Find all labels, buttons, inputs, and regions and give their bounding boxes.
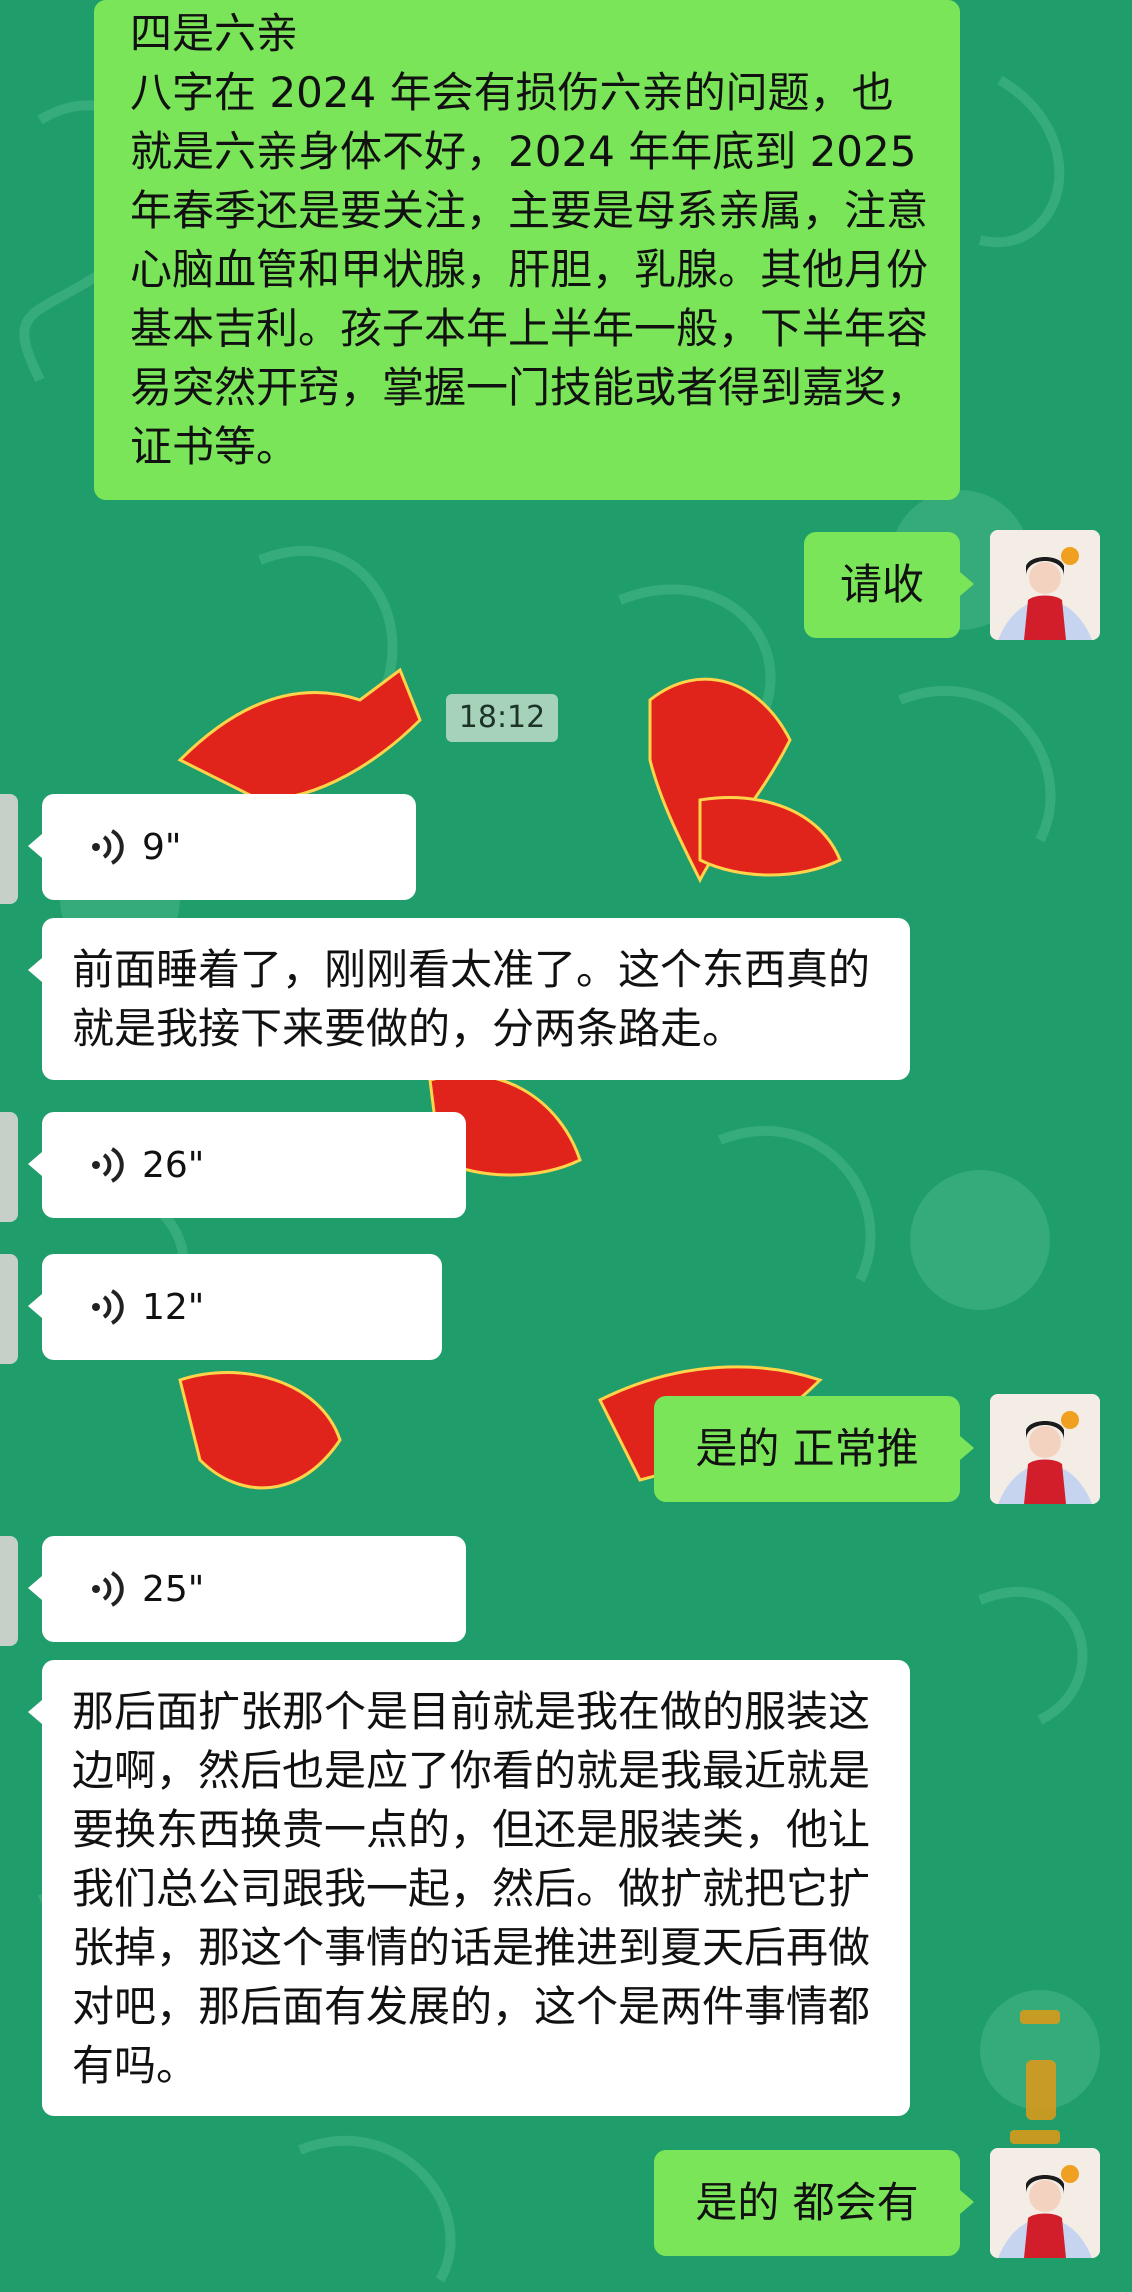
avatar-icon	[990, 1394, 1100, 1504]
message-bubble-3[interactable]: 前面睡着了，刚刚看太准了。这个东西真的就是我接下来要做的，分两条路走。	[28, 918, 910, 1080]
message-bubble-2[interactable]: 请收	[804, 532, 974, 638]
avatar-icon	[990, 2148, 1100, 2258]
voice-message-2-duration: 26"	[142, 1144, 205, 1186]
contact-avatar-4[interactable]	[0, 1536, 18, 1646]
voice-message-4[interactable]: 25"	[28, 1536, 466, 1642]
message-6-text: 是的 都会有	[695, 2178, 919, 2227]
my-avatar-2[interactable]	[990, 1394, 1100, 1504]
voice-message-1-duration: 9"	[142, 826, 182, 868]
voice-message-2[interactable]: 26"	[28, 1112, 466, 1218]
avatar-icon	[990, 530, 1100, 640]
message-3-text: 前面睡着了，刚刚看太准了。这个东西真的就是我接下来要做的，分两条路走。	[72, 945, 871, 1053]
message-bubble-4[interactable]: 是的 正常推	[654, 1396, 974, 1502]
voice-wave-icon	[92, 1571, 124, 1607]
message-1-body: 八字在 2024 年会有损伤六亲的问题，也就是六亲身体不好，2024 年年底到 …	[130, 68, 929, 471]
message-bubble-1[interactable]: 四是六亲 八字在 2024 年会有损伤六亲的问题，也就是六亲身体不好，2024 …	[94, 0, 960, 500]
contact-avatar-1[interactable]	[0, 794, 18, 904]
my-avatar-3[interactable]	[990, 2148, 1100, 2258]
message-4-text: 是的 正常推	[695, 1424, 919, 1473]
message-bubble-6[interactable]: 是的 都会有	[654, 2150, 974, 2256]
message-2-text: 请收	[839, 560, 924, 609]
voice-message-3-duration: 12"	[142, 1286, 205, 1328]
message-5-text: 那后面扩张那个是目前就是我在做的服装这边啊，然后也是应了你看的就是我最近就是要换…	[72, 1687, 871, 2090]
voice-wave-icon	[92, 829, 124, 865]
timestamp: 18:12	[446, 694, 558, 742]
my-avatar-1[interactable]	[990, 530, 1100, 640]
voice-message-1[interactable]: 9"	[28, 794, 416, 900]
contact-avatar-3[interactable]	[0, 1254, 18, 1364]
contact-avatar-2[interactable]	[0, 1112, 18, 1222]
voice-message-3[interactable]: 12"	[28, 1254, 442, 1360]
message-1-title: 四是六亲	[130, 9, 299, 58]
voice-wave-icon	[92, 1147, 124, 1183]
message-bubble-5[interactable]: 那后面扩张那个是目前就是我在做的服装这边啊，然后也是应了你看的就是我最近就是要换…	[28, 1660, 910, 2116]
voice-wave-icon	[92, 1289, 124, 1325]
voice-message-4-duration: 25"	[142, 1568, 205, 1610]
